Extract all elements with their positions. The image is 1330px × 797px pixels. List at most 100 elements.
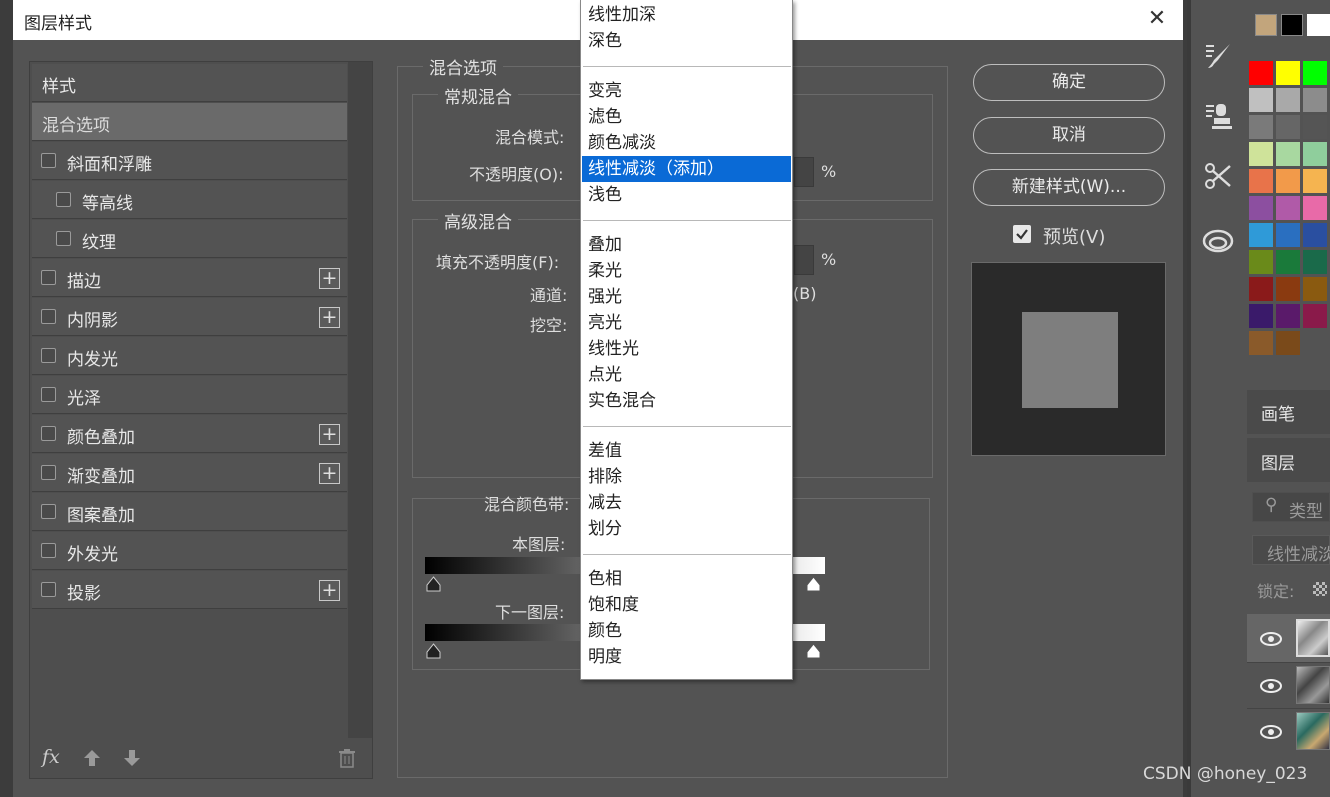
visibility-eye-icon[interactable] <box>1259 679 1283 693</box>
color-swatch[interactable] <box>1303 142 1327 166</box>
blend-mode-option[interactable]: 差值 <box>582 438 791 464</box>
fx-icon[interactable]: fx <box>42 746 60 768</box>
style-checkbox[interactable] <box>41 387 56 402</box>
color-swatch[interactable] <box>1276 88 1300 112</box>
preview-checkbox[interactable] <box>1013 225 1031 243</box>
layer-filter-search[interactable]: ⚲ 类型 <box>1252 492 1330 522</box>
color-swatch[interactable] <box>1249 250 1273 274</box>
blend-mode-option[interactable]: 点光 <box>582 362 791 388</box>
color-swatch[interactable] <box>1276 61 1300 85</box>
brush-settings-icon[interactable] <box>1202 40 1234 76</box>
style-item[interactable]: 外发光 <box>32 532 347 570</box>
style-item[interactable]: 混合选项 <box>32 103 347 141</box>
style-item[interactable]: 渐变叠加 + <box>32 454 347 492</box>
add-effect-icon[interactable]: + <box>319 463 340 484</box>
blend-mode-option[interactable]: 线性加深 <box>582 2 791 28</box>
blend-mode-option[interactable]: 划分 <box>582 516 791 542</box>
underlying-black-slider[interactable] <box>426 643 441 659</box>
underlying-white-slider[interactable] <box>806 643 821 659</box>
color-swatch[interactable] <box>1303 196 1327 220</box>
color-swatch[interactable] <box>1303 61 1327 85</box>
color-swatch[interactable] <box>1276 304 1300 328</box>
color-swatch[interactable] <box>1249 196 1273 220</box>
blend-mode-option[interactable]: 排除 <box>582 464 791 490</box>
blend-mode-option[interactable]: 饱和度 <box>582 592 791 618</box>
color-swatch[interactable] <box>1276 331 1300 355</box>
blend-mode-option[interactable]: 柔光 <box>582 258 791 284</box>
color-swatch[interactable] <box>1276 250 1300 274</box>
blend-mode-option[interactable]: 线性光 <box>582 336 791 362</box>
styles-list-scrollbar[interactable] <box>348 62 372 738</box>
style-item[interactable]: 内阴影 + <box>32 298 347 336</box>
ok-button[interactable]: 确定 <box>973 64 1165 101</box>
white-swatch[interactable] <box>1307 14 1330 36</box>
style-checkbox[interactable] <box>41 504 56 519</box>
color-swatch[interactable] <box>1303 304 1327 328</box>
color-swatch[interactable] <box>1303 88 1327 112</box>
style-item[interactable]: 描边 + <box>32 259 347 297</box>
color-swatch[interactable] <box>1249 115 1273 139</box>
style-checkbox[interactable] <box>41 426 56 441</box>
move-up-icon[interactable] <box>82 748 102 772</box>
color-swatch[interactable] <box>1276 169 1300 193</box>
foreground-color-swatch[interactable] <box>1255 14 1277 36</box>
move-down-icon[interactable] <box>122 748 142 772</box>
blend-mode-option[interactable]: 色相 <box>582 566 791 592</box>
color-swatch[interactable] <box>1249 88 1273 112</box>
style-checkbox[interactable] <box>41 270 56 285</box>
blend-mode-option[interactable]: 线性减淡（添加） <box>582 156 791 182</box>
cancel-button[interactable]: 取消 <box>973 117 1165 154</box>
color-swatch[interactable] <box>1303 223 1327 247</box>
add-effect-icon[interactable]: + <box>319 307 340 328</box>
blend-mode-option[interactable]: 明度 <box>582 644 791 670</box>
style-checkbox[interactable] <box>41 582 56 597</box>
style-item[interactable]: 投影 + <box>32 571 347 609</box>
layer-blend-mode-select[interactable]: 线性减淡 <box>1252 535 1330 565</box>
style-checkbox[interactable] <box>41 348 56 363</box>
blend-mode-option[interactable]: 滤色 <box>582 104 791 130</box>
color-swatch[interactable] <box>1303 277 1327 301</box>
opacity-input[interactable] <box>794 157 814 187</box>
color-swatch[interactable] <box>1249 223 1273 247</box>
new-style-button[interactable]: 新建样式(W)... <box>973 169 1165 206</box>
style-item[interactable]: 等高线 <box>32 181 347 219</box>
color-swatch[interactable] <box>1303 115 1327 139</box>
creative-cloud-icon[interactable] <box>1201 226 1235 260</box>
style-item[interactable]: 纹理 <box>32 220 347 258</box>
style-item[interactable]: 内发光 <box>32 337 347 375</box>
color-swatch[interactable] <box>1249 169 1273 193</box>
add-effect-icon[interactable]: + <box>319 424 340 445</box>
color-swatch[interactable] <box>1249 61 1273 85</box>
color-swatch[interactable] <box>1249 331 1273 355</box>
blend-mode-option[interactable]: 实色混合 <box>582 388 791 414</box>
style-item[interactable]: 图案叠加 <box>32 493 347 531</box>
blend-mode-option[interactable]: 亮光 <box>582 310 791 336</box>
style-item[interactable]: 颜色叠加 + <box>32 415 347 453</box>
blend-mode-option[interactable]: 颜色减淡 <box>582 130 791 156</box>
style-item[interactable]: 斜面和浮雕 <box>32 142 347 180</box>
style-checkbox[interactable] <box>56 192 71 207</box>
color-swatch[interactable] <box>1249 142 1273 166</box>
blend-mode-option[interactable]: 颜色 <box>582 618 791 644</box>
add-effect-icon[interactable]: + <box>319 580 340 601</box>
background-color-swatch[interactable] <box>1281 14 1303 36</box>
color-swatch[interactable] <box>1249 304 1273 328</box>
style-checkbox[interactable] <box>41 543 56 558</box>
tab-brush[interactable]: 画笔 <box>1261 400 1295 425</box>
blend-mode-option[interactable]: 叠加 <box>582 232 791 258</box>
this-layer-white-slider[interactable] <box>806 576 821 592</box>
clone-source-icon[interactable] <box>1202 100 1234 136</box>
color-swatch[interactable] <box>1303 250 1327 274</box>
color-swatch[interactable] <box>1276 115 1300 139</box>
style-checkbox[interactable] <box>41 465 56 480</box>
fill-opacity-input[interactable] <box>794 245 814 275</box>
blend-mode-option[interactable]: 浅色 <box>582 182 791 208</box>
style-item[interactable]: 光泽 <box>32 376 347 414</box>
style-checkbox[interactable] <box>41 309 56 324</box>
lock-transparency-icon[interactable] <box>1313 582 1327 596</box>
color-swatch[interactable] <box>1276 196 1300 220</box>
style-checkbox[interactable] <box>56 231 71 246</box>
blend-mode-dropdown[interactable]: 线性加深 深色 变亮 滤色 颜色减淡 线性减淡（添加） 浅色 叠加 柔光 强光 亮光 线性光 点光 实色混… <box>580 0 793 680</box>
color-swatch[interactable] <box>1303 169 1327 193</box>
blend-mode-option[interactable]: 深色 <box>582 28 791 54</box>
